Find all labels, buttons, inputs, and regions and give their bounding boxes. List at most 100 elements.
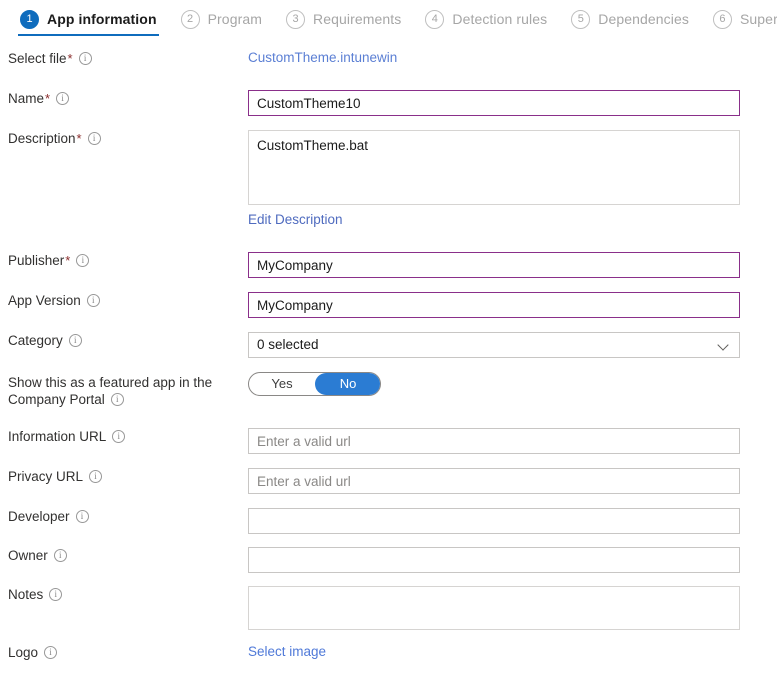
info-icon-notes[interactable] [49, 588, 63, 601]
label-information-url: Information URL [0, 428, 248, 445]
field-row-developer: Developer [0, 508, 777, 547]
tab-label-supersedence: Supersed [739, 11, 777, 27]
info-icon-privacy-url[interactable] [89, 470, 103, 483]
tab-dependencies[interactable]: 5 Dependencies [559, 0, 701, 38]
label-name: Name* [0, 90, 248, 107]
owner-input[interactable] [248, 547, 740, 573]
notes-textarea[interactable] [248, 586, 740, 630]
label-text-information-url: Information URL [8, 429, 107, 444]
label-publisher: Publisher* [0, 252, 248, 269]
information-url-input[interactable] [248, 428, 740, 454]
required-marker-publisher: * [65, 253, 71, 268]
required-marker-description: * [76, 131, 82, 146]
field-row-edit-description: Edit Description [0, 212, 777, 252]
label-text-featured-app-line1: Show this as a featured app in the [8, 375, 213, 390]
label-text-developer: Developer [8, 509, 70, 524]
info-icon-featured-app[interactable] [110, 393, 124, 406]
app-version-input[interactable] [248, 292, 740, 318]
control-privacy-url [248, 468, 777, 494]
label-text-owner: Owner [8, 548, 48, 563]
featured-app-toggle[interactable]: Yes No [248, 372, 381, 396]
control-app-version [248, 292, 777, 318]
info-icon-app-version[interactable] [86, 294, 100, 307]
tab-label-detection-rules: Detection rules [452, 11, 548, 27]
control-edit-description: Edit Description [248, 212, 777, 227]
tab-program[interactable]: 2 Program [169, 0, 274, 38]
label-notes: Notes [0, 586, 248, 603]
required-marker-select-file: * [67, 51, 73, 66]
tab-requirements[interactable]: 3 Requirements [274, 0, 413, 38]
info-icon-name[interactable] [56, 92, 70, 105]
required-marker-name: * [45, 91, 51, 106]
control-information-url [248, 428, 777, 454]
label-logo: Logo [0, 644, 248, 661]
label-text-category: Category [8, 333, 63, 348]
label-app-version: App Version [0, 292, 248, 309]
field-row-notes: Notes [0, 586, 777, 644]
label-description: Description* [0, 130, 248, 147]
label-text-select-file: Select file [8, 51, 67, 66]
info-icon-information-url[interactable] [112, 430, 126, 443]
control-category: 0 selected [248, 332, 777, 358]
label-text-notes: Notes [8, 587, 44, 602]
tab-active-underline [18, 34, 159, 36]
control-logo: Select image [248, 644, 777, 659]
edit-description-link[interactable]: Edit Description [248, 212, 343, 227]
label-developer: Developer [0, 508, 248, 525]
privacy-url-input[interactable] [248, 468, 740, 494]
label-text-featured-app-line2: Company Portal [8, 392, 105, 407]
label-text-app-version: App Version [8, 293, 81, 308]
control-featured-app: Yes No [248, 372, 777, 396]
tab-number-badge-4: 4 [425, 9, 445, 29]
info-icon-select-file[interactable] [78, 52, 92, 65]
field-row-select-file: Select file* CustomTheme.intunewin [0, 50, 777, 90]
tab-number-badge-1: 1 [20, 9, 39, 29]
category-select[interactable]: 0 selected [248, 332, 740, 358]
field-row-logo: Logo Select image [0, 644, 777, 684]
tab-label-requirements: Requirements [313, 11, 402, 27]
control-publisher [248, 252, 777, 278]
label-category: Category [0, 332, 248, 349]
control-name [248, 90, 777, 116]
label-text-description: Description [8, 131, 76, 146]
toggle-option-no[interactable]: No [315, 373, 380, 395]
selected-file-link[interactable]: CustomTheme.intunewin [248, 50, 397, 65]
info-icon-owner[interactable] [53, 549, 67, 562]
control-owner [248, 547, 777, 573]
publisher-input[interactable] [248, 252, 740, 278]
toggle-option-yes[interactable]: Yes [249, 373, 315, 395]
info-icon-publisher[interactable] [76, 254, 90, 267]
label-privacy-url: Privacy URL [0, 468, 248, 485]
info-icon-developer[interactable] [75, 510, 89, 523]
label-featured-app: Show this as a featured app in the Compa… [0, 372, 248, 408]
label-text-privacy-url: Privacy URL [8, 469, 84, 484]
field-row-information-url: Information URL [0, 428, 777, 468]
tab-app-information[interactable]: 1 App information [8, 0, 169, 38]
category-select-wrapper: 0 selected [248, 332, 740, 358]
field-row-publisher: Publisher* [0, 252, 777, 292]
tab-number-badge-5: 5 [571, 9, 591, 29]
tab-label-dependencies: Dependencies [598, 11, 689, 27]
label-text-logo: Logo [8, 645, 39, 660]
description-textarea[interactable]: CustomTheme.bat [248, 130, 740, 205]
label-select-file: Select file* [0, 50, 248, 67]
name-input[interactable] [248, 90, 740, 116]
label-owner: Owner [0, 547, 248, 564]
tab-number-badge-3: 3 [286, 9, 305, 29]
field-row-category: Category 0 selected [0, 332, 777, 372]
tab-number-badge-6: 6 [712, 9, 732, 29]
tab-supersedence[interactable]: 6 Supersed [701, 0, 777, 38]
select-image-link[interactable]: Select image [248, 644, 326, 659]
tab-detection-rules[interactable]: 4 Detection rules [413, 0, 559, 38]
info-icon-description[interactable] [87, 132, 101, 145]
info-icon-category[interactable] [68, 334, 82, 347]
field-row-name: Name* [0, 90, 777, 130]
control-description: CustomTheme.bat [248, 130, 777, 205]
field-row-privacy-url: Privacy URL [0, 468, 777, 508]
field-row-description: Description* CustomTheme.bat [0, 130, 777, 212]
app-information-form: Select file* CustomTheme.intunewin Name*… [0, 38, 777, 684]
field-row-app-version: App Version [0, 292, 777, 332]
tab-number-badge-2: 2 [180, 9, 200, 29]
developer-input[interactable] [248, 508, 740, 534]
info-icon-logo[interactable] [44, 646, 58, 659]
